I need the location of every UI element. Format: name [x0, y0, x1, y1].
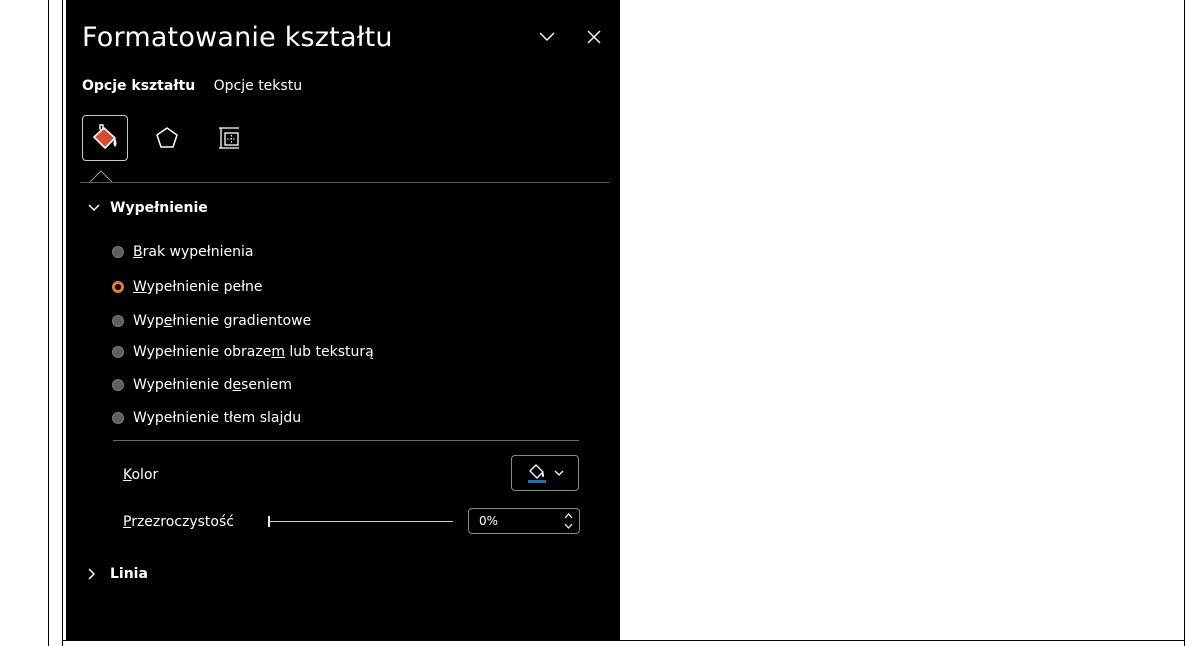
paint-bucket-icon — [528, 464, 546, 483]
radio-label: Wypełnienie gradientowe — [133, 313, 312, 329]
spin-arrows-icon[interactable] — [564, 511, 573, 531]
fill-color-picker-button[interactable] — [511, 455, 579, 491]
fill-section-header[interactable]: Wypełnienie — [88, 200, 208, 216]
outer-border-left — [48, 0, 49, 646]
close-icon — [587, 30, 601, 44]
radio-pattern-fill[interactable]: Wypełnienie deseniem — [112, 377, 292, 393]
radio-label: Wypełnienie deseniem — [133, 377, 292, 393]
radio-button[interactable] — [112, 246, 124, 258]
chevron-down-icon — [88, 204, 100, 212]
transparency-label: Przezroczystość — [123, 514, 234, 530]
line-section-title: Linia — [110, 566, 148, 582]
format-shape-pane: Formatowanie kształtu Opcje kształtu Opc… — [66, 0, 620, 640]
radio-no-fill[interactable]: Brak wypełnienia — [112, 244, 253, 260]
radio-button-checked[interactable] — [112, 281, 124, 293]
radio-solid-fill[interactable]: Wypełnienie pełne — [112, 279, 263, 295]
pane-options-button[interactable] — [534, 24, 560, 50]
radio-gradient-fill[interactable]: Wypełnienie gradientowe — [112, 313, 311, 329]
size-properties-icon — [219, 127, 239, 149]
pane-tabs: Opcje kształtu Opcje tekstu — [82, 78, 316, 94]
transparency-slider[interactable] — [268, 515, 453, 529]
size-properties-tab[interactable] — [206, 115, 252, 161]
radio-button[interactable] — [112, 346, 124, 358]
radio-picture-texture-fill[interactable]: Wypełnienie obrazem lub teksturą — [112, 344, 374, 360]
paint-bucket-icon — [93, 124, 117, 149]
slider-thumb[interactable] — [268, 516, 270, 527]
radio-button[interactable] — [112, 379, 124, 391]
cell-border-left — [62, 0, 63, 646]
tab-text-options[interactable]: Opcje tekstu — [214, 78, 302, 94]
radio-label: Wypełnienie obrazem lub teksturą — [133, 344, 374, 360]
line-section-header[interactable]: Linia — [88, 566, 148, 582]
cell-border-bottom — [62, 640, 1185, 641]
pane-title: Formatowanie kształtu — [82, 22, 393, 53]
color-swatch — [528, 480, 546, 483]
pane-close-button[interactable] — [581, 24, 607, 50]
chevron-right-icon — [88, 568, 96, 580]
chevron-down-icon — [539, 32, 555, 41]
tab-shape-options[interactable]: Opcje kształtu — [82, 78, 195, 94]
chevron-down-icon — [554, 470, 564, 476]
radio-button[interactable] — [112, 412, 124, 424]
fill-separator — [113, 440, 579, 441]
radio-button[interactable] — [112, 315, 124, 327]
cell-border-right — [1184, 0, 1185, 646]
pentagon-icon — [156, 127, 178, 148]
fill-section-title: Wypełnienie — [110, 200, 208, 216]
radio-label: Wypełnienie pełne — [133, 279, 263, 295]
color-label: Kolor — [123, 467, 159, 483]
transparency-value[interactable]: 0% — [479, 514, 498, 528]
radio-label: Brak wypełnienia — [133, 244, 254, 260]
fill-line-tab[interactable] — [82, 115, 128, 161]
transparency-spinbox[interactable]: 0% — [468, 508, 580, 534]
radio-slide-background-fill[interactable]: Wypełnienie tłem slajdu — [112, 410, 301, 426]
radio-label: Wypełnienie tłem slajdu — [133, 410, 302, 426]
effects-tab[interactable] — [144, 115, 190, 161]
slider-track — [268, 521, 453, 522]
tab-separator — [80, 182, 609, 183]
